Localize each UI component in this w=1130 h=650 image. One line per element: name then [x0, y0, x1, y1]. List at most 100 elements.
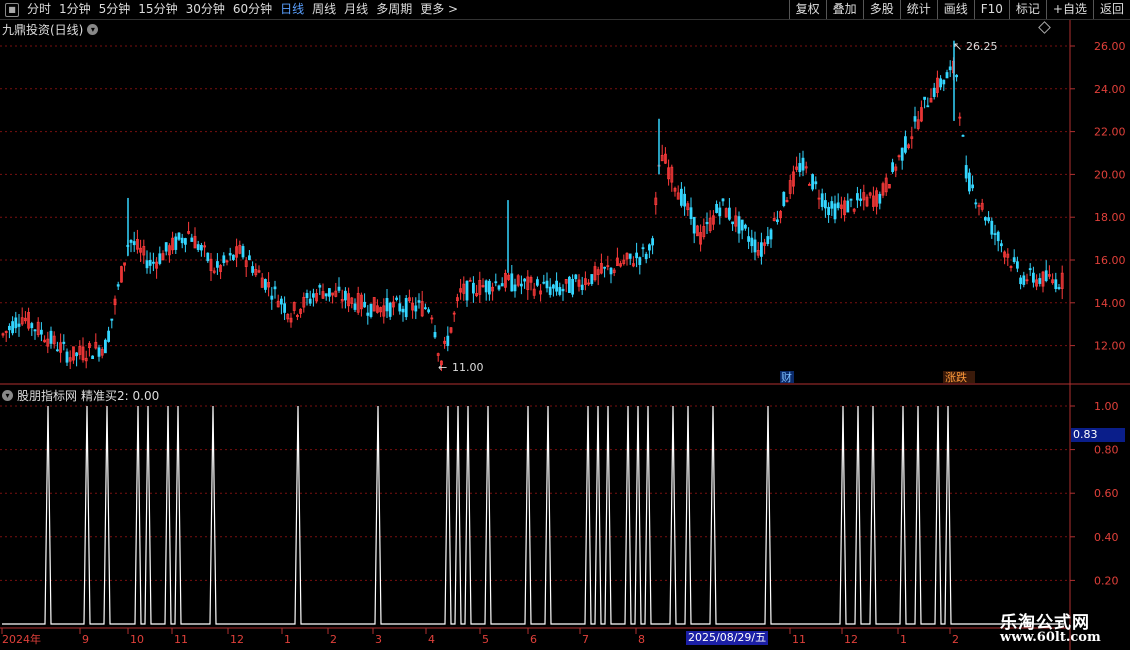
candle-body — [158, 253, 162, 264]
toolbar-button-6[interactable]: 标记 — [1008, 0, 1046, 19]
selected-date-badge: 2025/08/29/五 — [686, 631, 769, 645]
tab-period-2[interactable]: 5分钟 — [95, 0, 135, 19]
x-tick-label: 1 — [284, 633, 291, 646]
candle-body — [945, 72, 949, 79]
candle-body — [33, 329, 37, 332]
tab-period-10[interactable]: 更多 > — [416, 0, 462, 19]
toolbar-button-5[interactable]: F10 — [973, 0, 1009, 19]
dropdown-chevron-icon[interactable]: ▾ — [87, 24, 99, 35]
candle-body — [369, 303, 373, 317]
candle-body — [753, 239, 757, 253]
tab-period-6[interactable]: 日线 — [276, 0, 308, 19]
toolbar-button-2[interactable]: 多股 — [862, 0, 900, 19]
candle-body — [183, 238, 187, 245]
candle-body — [942, 79, 946, 85]
candle-body — [196, 244, 200, 250]
indicator-tick-label: 0.20 — [1094, 574, 1119, 587]
toolbar-button-4[interactable]: 画线 — [936, 0, 974, 19]
tab-period-0[interactable]: 分时 — [23, 0, 55, 19]
candle-body — [651, 238, 654, 246]
candle-body — [1028, 268, 1032, 271]
candle-body — [926, 105, 930, 108]
candle-body — [363, 301, 367, 308]
x-tick-label: 11 — [174, 633, 188, 646]
x-tick-label: 2024年 — [2, 632, 41, 646]
candle-body — [628, 253, 632, 259]
candle-body — [62, 341, 66, 344]
candle-body — [404, 298, 408, 318]
x-tick-label: 9 — [82, 633, 89, 646]
indicator-tick-label: 0.60 — [1094, 487, 1119, 500]
candle-body — [568, 276, 571, 293]
candle-body — [635, 252, 638, 259]
candle-body — [465, 280, 469, 301]
candle-body — [939, 78, 942, 88]
candle-body — [536, 279, 539, 286]
candle-body — [251, 266, 255, 273]
low-arrow: ← — [438, 361, 447, 374]
candle-body — [177, 232, 181, 240]
panel-toggle-icon[interactable]: ■ — [5, 2, 19, 17]
candle-body — [56, 349, 59, 352]
tab-period-8[interactable]: 月线 — [340, 0, 372, 19]
candle-body — [1022, 275, 1026, 285]
x-tick-label: 4 — [428, 633, 435, 646]
candle-body — [228, 253, 232, 256]
indicator-name[interactable]: 股朋指标网 — [17, 387, 77, 404]
candle-body — [1012, 257, 1016, 262]
toolbar-button-0[interactable]: 复权 — [788, 0, 826, 19]
candle-body — [552, 284, 555, 289]
candle-body — [1019, 277, 1022, 285]
candle-body — [878, 193, 882, 204]
candle-body — [263, 279, 267, 290]
candle-body — [107, 330, 110, 342]
candle-body — [836, 202, 840, 209]
period-tabs: ■ 分时 1分钟 5分钟 15分钟 30分钟 60分钟 日线 周线 月线 多周期 更多 > — [0, 0, 462, 19]
candle-body — [104, 339, 107, 354]
candle-body — [830, 201, 834, 209]
candle-body — [494, 281, 498, 284]
y-tick-label: 22.00 — [1094, 126, 1126, 139]
x-tick-label: 6 — [530, 633, 537, 646]
candle-body — [40, 329, 43, 335]
high-price-label: 26.25 — [966, 40, 998, 53]
candle-body — [145, 260, 149, 269]
tab-period-1[interactable]: 1分钟 — [55, 0, 95, 19]
candle-body — [484, 280, 488, 293]
limit-marker: 涨跌 — [945, 370, 967, 384]
y-tick-label: 20.00 — [1094, 168, 1126, 181]
tab-period-7[interactable]: 周线 — [308, 0, 340, 19]
candle-body — [433, 332, 437, 338]
candle-body — [641, 247, 645, 250]
candle-body — [737, 216, 741, 234]
toolbar-button-7[interactable]: +自选 — [1045, 0, 1093, 19]
toolbar-button-1[interactable]: 叠加 — [825, 0, 863, 19]
candle-body — [923, 96, 926, 100]
candle-body — [750, 237, 754, 247]
candle-body — [798, 163, 802, 173]
candle-body — [689, 207, 693, 220]
indicator-tick-label: 0.40 — [1094, 531, 1119, 544]
buy-signal-line — [2, 405, 1064, 625]
tab-period-5[interactable]: 60分钟 — [229, 0, 276, 19]
chart-canvas[interactable]: 26.00 24.00 22.00 20.00 18.00 16.00 14.00 12.00… — [0, 0, 1130, 650]
candle-body — [337, 286, 341, 291]
indicator-dropdown-icon[interactable]: ▾ — [2, 390, 13, 401]
candle-body — [510, 273, 514, 292]
toolbar-button-3[interactable]: 统计 — [899, 0, 937, 19]
candle-body — [648, 244, 651, 251]
tab-period-3[interactable]: 15分钟 — [134, 0, 181, 19]
candle-body — [222, 255, 226, 263]
toolbar-button-8[interactable]: 返回 — [1092, 0, 1130, 19]
tab-period-9[interactable]: 多周期 — [372, 0, 416, 19]
tab-period-4[interactable]: 30分钟 — [182, 0, 229, 19]
candle-body — [574, 274, 578, 280]
candle-body — [849, 198, 853, 201]
candle-body — [11, 321, 15, 334]
candle-body — [644, 253, 648, 260]
candle-body — [846, 200, 850, 213]
candle-body — [487, 280, 491, 295]
candle-body — [231, 254, 235, 260]
candle-body — [680, 188, 683, 206]
candle-body — [270, 295, 274, 300]
